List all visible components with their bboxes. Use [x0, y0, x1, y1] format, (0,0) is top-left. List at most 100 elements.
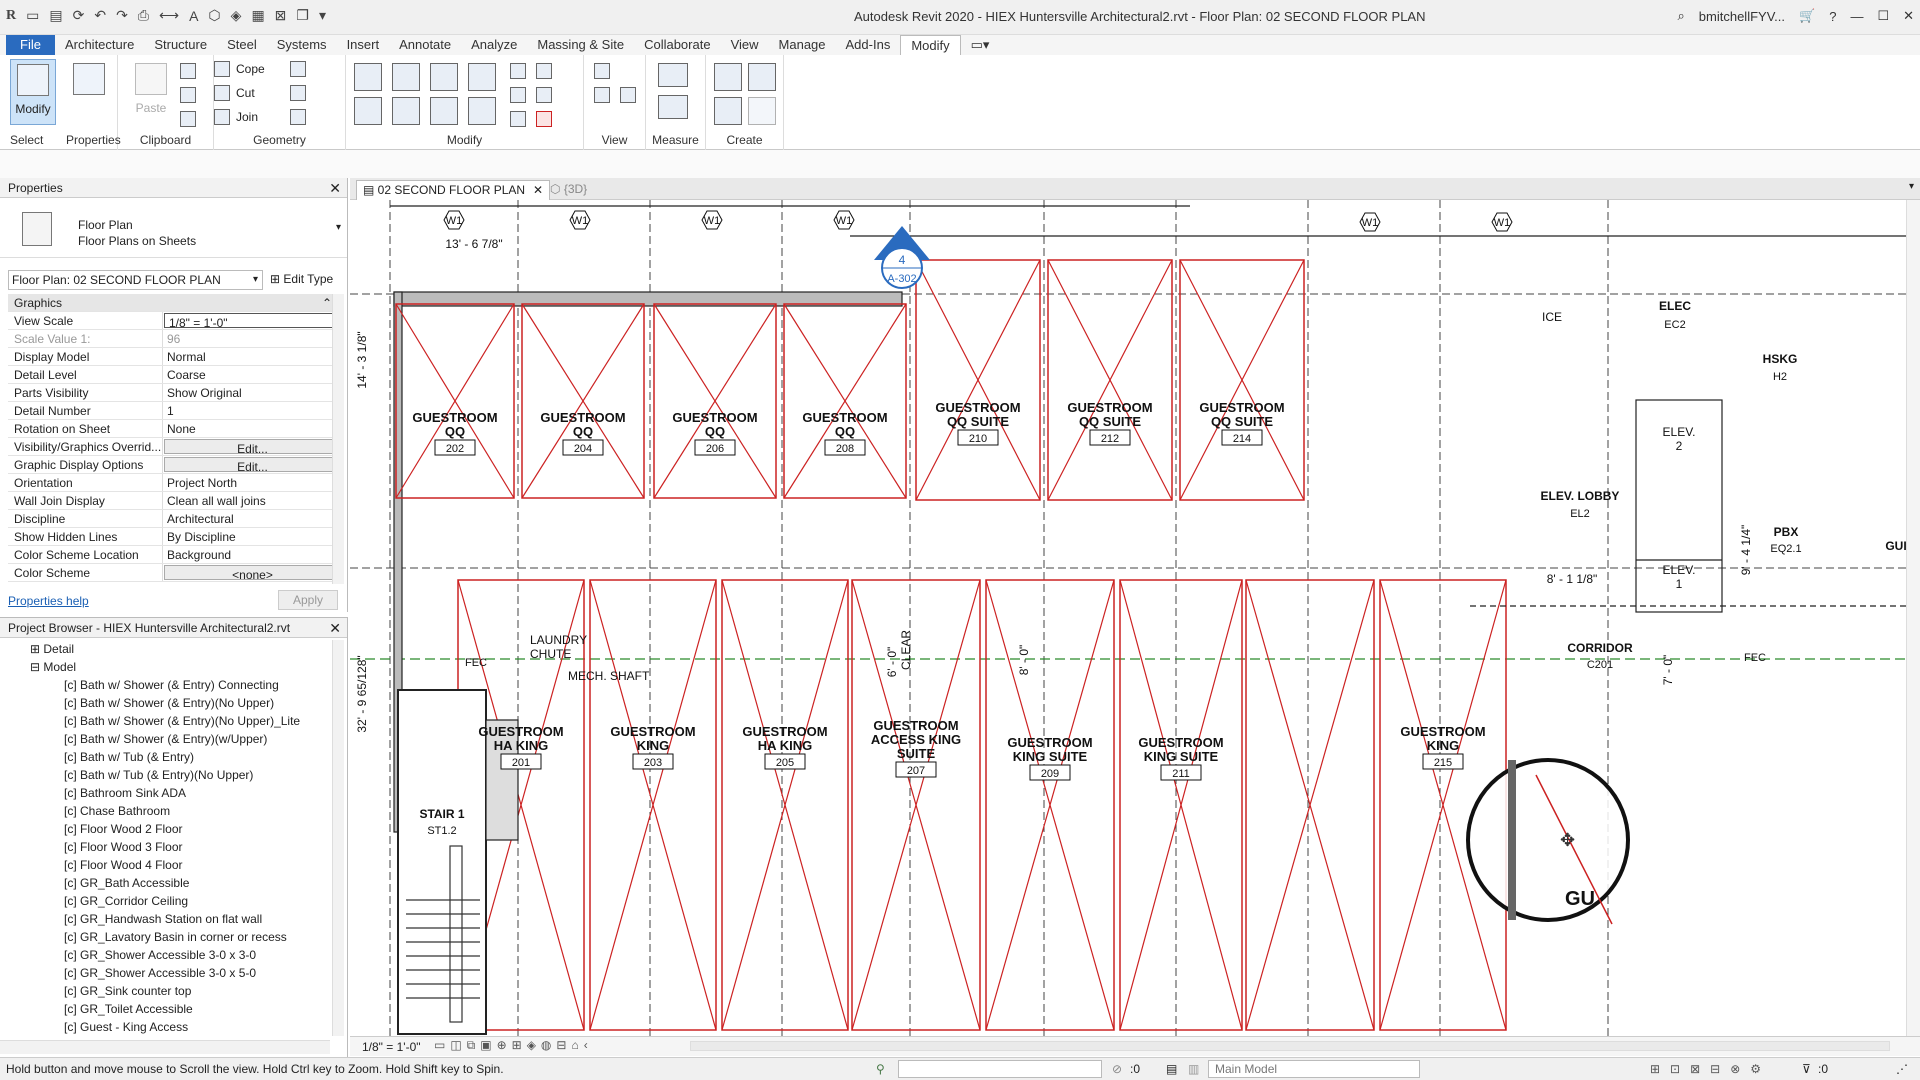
prop-row[interactable]: Display Model Normal: [8, 348, 338, 366]
hide-element-icon[interactable]: [594, 63, 610, 79]
prop-value[interactable]: Show Original: [163, 384, 338, 401]
tab-modify[interactable]: Modify: [900, 35, 961, 55]
tab-analyze[interactable]: Analyze: [461, 35, 527, 55]
prop-row[interactable]: Rotation on Sheet None: [8, 420, 338, 438]
section-icon[interactable]: ◈: [231, 7, 242, 24]
tree-node-detail[interactable]: ⊞ Detail: [0, 640, 330, 658]
editing-requests-icon[interactable]: ⊘: [1112, 1058, 1122, 1080]
prop-row[interactable]: Discipline Architectural: [8, 510, 338, 528]
copy-element-icon[interactable]: [392, 97, 420, 125]
browser-item[interactable]: [c] Bath w/ Tub (& Entry)(No Upper): [0, 766, 330, 784]
measure-between-icon[interactable]: [658, 63, 688, 87]
prop-row[interactable]: Parts Visibility Show Original: [8, 384, 338, 402]
exclude-options-icon[interactable]: ▥: [1188, 1058, 1199, 1080]
close-tab-icon[interactable]: ✕: [533, 183, 543, 197]
move-icon[interactable]: [354, 97, 382, 125]
prop-row[interactable]: Detail Number 1: [8, 402, 338, 420]
browser-item[interactable]: [c] Bath w/ Shower (& Entry)(No Upper): [0, 694, 330, 712]
section-marker-icon[interactable]: 4 A-302: [874, 226, 930, 289]
type-dropdown-icon[interactable]: ▾: [336, 222, 341, 233]
paste-button[interactable]: Paste: [128, 59, 174, 125]
paint-icon[interactable]: [290, 109, 306, 125]
browser-item[interactable]: [c] Chase Bathroom: [0, 802, 330, 820]
file-tab[interactable]: File: [6, 35, 55, 55]
customize-qat-icon[interactable]: ▾: [319, 7, 326, 24]
view-control-icons[interactable]: ▭◫⧉▣⊕⊞◈◍⊟⌂‹: [434, 1038, 593, 1053]
match-type-icon[interactable]: [180, 111, 196, 127]
tab-structure[interactable]: Structure: [144, 35, 217, 55]
graphics-category[interactable]: Graphics ⌃: [8, 294, 338, 312]
prop-row[interactable]: View Scale 1/8" = 1'-0": [8, 312, 338, 330]
tab-steel[interactable]: Steel: [217, 35, 267, 55]
properties-help-link[interactable]: Properties help: [8, 594, 89, 608]
browser-item[interactable]: [c] Bath w/ Tub (& Entry): [0, 748, 330, 766]
floor-plan-drawing[interactable]: GUESTROOMQQ202GUESTROOMQQ204GUESTROOMQQ2…: [350, 200, 1906, 1036]
prop-value[interactable]: Clean all wall joins: [163, 492, 338, 509]
tab-systems[interactable]: Systems: [267, 35, 337, 55]
browser-item[interactable]: [c] Bath w/ Shower (& Entry)(w/Upper): [0, 730, 330, 748]
help-icon[interactable]: ?: [1829, 9, 1836, 24]
cut-clip-icon[interactable]: [180, 63, 196, 79]
color-scheme-button[interactable]: <none>: [164, 565, 337, 582]
browser-item[interactable]: [c] GR_Shower Accessible 3-0 x 3-0: [0, 946, 330, 964]
create-assembly-icon[interactable]: [714, 63, 742, 91]
prop-value[interactable]: Background: [163, 546, 338, 563]
revit-logo-icon[interactable]: R: [6, 8, 16, 24]
print-icon[interactable]: ⎙: [138, 7, 149, 24]
browser-item[interactable]: [c] GR_Sink counter top: [0, 982, 330, 1000]
mirror-draw-icon[interactable]: [468, 63, 496, 91]
workset-dropdown[interactable]: [898, 1060, 1102, 1078]
split-face-icon[interactable]: [290, 61, 306, 77]
prop-value[interactable]: Architectural: [163, 510, 338, 527]
prop-row[interactable]: Graphic Display Options Edit...: [8, 456, 338, 474]
wall-joins-icon[interactable]: [290, 85, 306, 101]
graphic-display-edit-button[interactable]: Edit...: [164, 457, 337, 474]
browser-hscrollbar[interactable]: [0, 1040, 330, 1054]
save-icon[interactable]: ▤: [49, 7, 62, 24]
collapse-icon[interactable]: ⊟: [30, 660, 43, 674]
prop-row[interactable]: Show Hidden Lines By Discipline: [8, 528, 338, 546]
delete-icon[interactable]: [536, 111, 552, 127]
cart-icon[interactable]: 🛒: [1799, 8, 1815, 24]
browser-item[interactable]: [c] Floor Wood 2 Floor: [0, 820, 330, 838]
copy-icon[interactable]: [180, 87, 196, 103]
override-graphics-icon[interactable]: [594, 87, 610, 103]
cope-button[interactable]: Cope: [236, 62, 265, 76]
open-icon[interactable]: ▭: [26, 7, 39, 24]
scale-control[interactable]: 1/8" = 1'-0": [362, 1040, 421, 1054]
design-options-icon[interactable]: ▤: [1166, 1058, 1177, 1080]
properties-scrollbar[interactable]: [332, 294, 344, 584]
tab-collaborate[interactable]: Collaborate: [634, 35, 721, 55]
browser-item[interactable]: [c] GR_Corridor Ceiling: [0, 892, 330, 910]
expand-icon[interactable]: ⊞: [30, 642, 43, 656]
canvas-hscrollbar[interactable]: [690, 1041, 1890, 1051]
browser-item[interactable]: [c] GR_Shower Accessible 3-0 x 5-0: [0, 964, 330, 982]
close-browser-icon[interactable]: ✕: [329, 618, 341, 638]
tab-architecture[interactable]: Architecture: [55, 35, 144, 55]
prop-row[interactable]: Detail Level Coarse: [8, 366, 338, 384]
tab-menu-icon[interactable]: ▾: [1909, 181, 1914, 192]
user-name[interactable]: bmitchellFYV...: [1699, 9, 1785, 24]
type-selector[interactable]: Floor Plan Floor Plans on Sheets ▾: [0, 198, 347, 258]
browser-item[interactable]: [c] Floor Wood 3 Floor: [0, 838, 330, 856]
edit-type-button[interactable]: ⊞ Edit Type: [270, 272, 333, 286]
browser-item[interactable]: [c] GR_Lavatory Basin in corner or reces…: [0, 928, 330, 946]
collapse-icon[interactable]: ⌃: [163, 294, 338, 311]
prop-value[interactable]: By Discipline: [163, 528, 338, 545]
tab-manage[interactable]: Manage: [769, 35, 836, 55]
browser-scrollbar[interactable]: [332, 640, 344, 1036]
undo-icon[interactable]: ↶: [94, 7, 106, 24]
prop-value[interactable]: Project North: [163, 474, 338, 491]
prop-value[interactable]: 1: [163, 402, 338, 419]
tab-add-ins[interactable]: Add-Ins: [836, 35, 901, 55]
create-parts-icon[interactable]: [748, 63, 776, 91]
measure-icon[interactable]: ⟷: [159, 7, 179, 24]
tree-node-model[interactable]: ⊟ Model: [0, 658, 330, 676]
search-binoculars-icon[interactable]: ⌕: [1678, 8, 1685, 24]
tab-3d[interactable]: ⬡ {3D}: [544, 180, 593, 200]
browser-item[interactable]: [c] Bathroom Sink ADA: [0, 784, 330, 802]
split-icon[interactable]: [510, 63, 526, 79]
browser-item[interactable]: [c] Bath w/ Shower (& Entry) Connecting: [0, 676, 330, 694]
dimension-icon[interactable]: [658, 95, 688, 119]
prop-row[interactable]: Color Scheme <none>: [8, 564, 338, 582]
